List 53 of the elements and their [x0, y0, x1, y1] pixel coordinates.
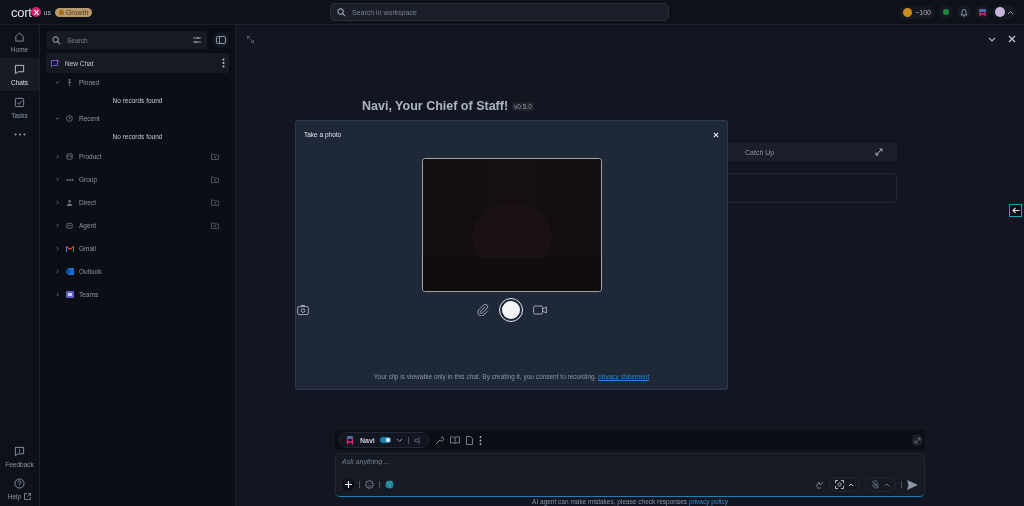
account-menu[interactable] [993, 5, 1016, 19]
more-icon[interactable] [13, 133, 26, 136]
emoji-icon[interactable] [365, 480, 374, 489]
feedback-icon [14, 446, 25, 457]
clock-icon [65, 114, 74, 122]
plus-icon [343, 480, 353, 489]
logo-mark: X [31, 7, 42, 17]
book-icon[interactable] [449, 436, 460, 444]
bell-icon [960, 7, 968, 17]
collapse-icon [913, 436, 921, 444]
more-vertical-icon[interactable] [222, 58, 225, 68]
minimize-button[interactable] [911, 434, 923, 446]
logo-text: cort [11, 4, 32, 20]
help-icon [14, 478, 25, 489]
back-arrow-button[interactable] [1009, 204, 1022, 217]
paperclip-icon[interactable] [476, 304, 489, 316]
add-button[interactable] [342, 478, 354, 491]
new-chat-icon [51, 59, 60, 67]
chevron-up-icon [848, 482, 854, 487]
chevron-down-icon[interactable] [988, 36, 996, 42]
page-title: Navi, Your Chief of Staff! [362, 99, 509, 113]
status-button[interactable] [939, 5, 953, 19]
agent-toggle[interactable] [379, 437, 391, 443]
pin-icon [65, 78, 74, 86]
more-vertical-icon[interactable] [478, 435, 482, 445]
search-icon [52, 35, 61, 45]
notification-button[interactable] [957, 5, 971, 19]
globe-icon[interactable] [385, 480, 394, 489]
sidebar-icon [216, 36, 226, 44]
mic-off-icon [871, 480, 880, 489]
search-icon [337, 7, 346, 17]
document-icon[interactable] [465, 435, 473, 445]
video-camera-icon[interactable] [532, 305, 547, 315]
close-icon[interactable] [713, 131, 719, 138]
speaker-icon[interactable] [413, 436, 423, 444]
chevron-down-icon [395, 437, 403, 443]
mail-icon [65, 267, 74, 276]
collapse-icon[interactable] [247, 35, 254, 43]
camera-switch-icon[interactable] [297, 304, 309, 316]
person-icon [65, 198, 74, 207]
panel-toggle-button[interactable] [213, 32, 229, 48]
send-icon[interactable] [907, 479, 918, 490]
expand-icon[interactable] [875, 148, 883, 156]
chevron-up-icon [1007, 9, 1014, 15]
arrow-left-icon [1011, 207, 1020, 214]
close-icon[interactable] [1008, 35, 1016, 43]
filter-icon[interactable] [193, 36, 201, 44]
chevron-up-icon [884, 482, 890, 487]
home-icon [14, 31, 25, 42]
wrench-icon[interactable] [434, 435, 444, 445]
capture-icon [835, 480, 844, 489]
mail-icon [65, 244, 74, 253]
checkbox-icon [14, 97, 25, 108]
